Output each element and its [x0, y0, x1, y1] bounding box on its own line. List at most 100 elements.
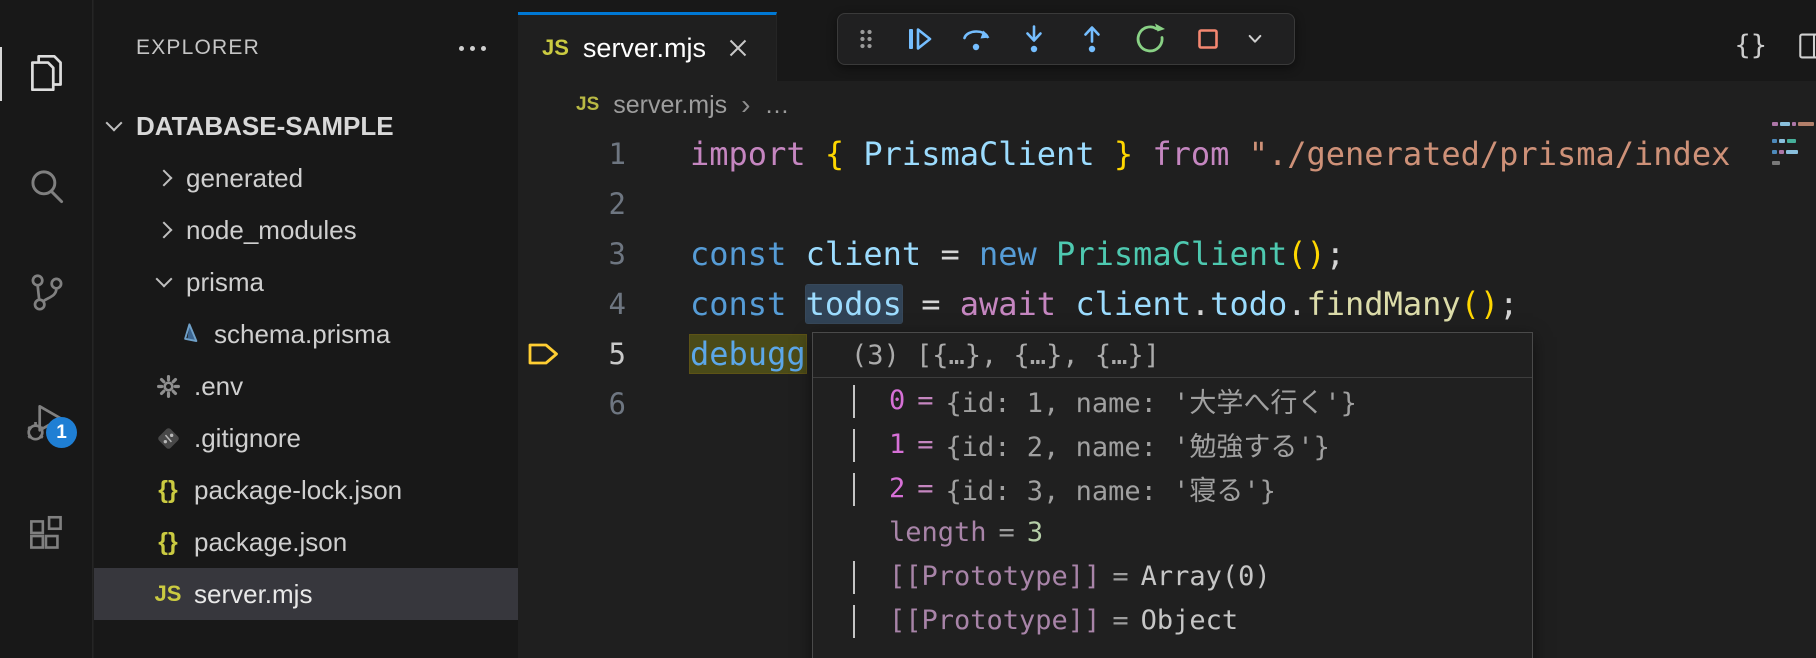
tree-item-label: package.json	[194, 527, 347, 558]
explorer-icon[interactable]	[23, 49, 71, 97]
tree-item-label: prisma	[186, 267, 264, 298]
debug-toolbar	[837, 13, 1295, 65]
split-editor-icon[interactable]	[1798, 30, 1816, 67]
line-number: 3	[570, 237, 626, 271]
sidebar-title: EXPLORER	[136, 36, 260, 60]
tree-item-label: .env	[194, 371, 243, 402]
explorer-sidebar: EXPLORER DATABASE-SAMPLE generated node_m…	[94, 0, 518, 658]
variable-name: [[Prototype]]	[889, 605, 1100, 636]
tree-item-label: .gitignore	[194, 423, 301, 454]
tree-item-label: package-lock.json	[194, 475, 402, 506]
glyph-margin	[518, 279, 570, 329]
popup-variable-row[interactable]: 1 = {id: 2, name: '勉強する'}	[813, 422, 1532, 466]
extensions-icon[interactable]	[23, 511, 71, 559]
glyph-margin	[518, 179, 570, 229]
tree-item--gitignore[interactable]: .gitignore	[94, 412, 518, 464]
chevron-right-icon	[156, 222, 173, 239]
tree-item-package-lock-json[interactable]: {} package-lock.json	[94, 464, 518, 516]
debug-restart-icon[interactable]	[1124, 17, 1176, 61]
chevron-right-icon	[156, 170, 173, 187]
more-actions-icon[interactable]	[457, 40, 488, 57]
chevron-down-icon	[156, 271, 173, 288]
tree-item-server-mjs[interactable]: JSserver.mjs	[94, 568, 518, 620]
code-line-1[interactable]: 1import { PrismaClient } from "./generat…	[518, 129, 1816, 179]
line-number: 5	[570, 337, 626, 371]
code-line-2[interactable]: 2	[518, 179, 1816, 229]
variable-value: {id: 2, name: '勉強する'}	[946, 425, 1330, 464]
chevron-down-icon[interactable]	[1240, 17, 1270, 61]
chevron-right-icon	[853, 561, 889, 592]
code-line-3[interactable]: 3 const client = new PrismaClient();	[518, 229, 1816, 279]
tree-item-package-json[interactable]: {}package.json	[94, 516, 518, 568]
js-file-icon: JS	[576, 94, 599, 116]
debug-step-out-icon[interactable]	[1066, 17, 1118, 61]
equals-sign: =	[917, 429, 933, 460]
variable-name: length	[889, 517, 987, 548]
line-number: 4	[570, 287, 626, 321]
variable-value: {id: 3, name: '寝る'}	[946, 469, 1276, 508]
variable-name: [[Prototype]]	[889, 561, 1100, 592]
equals-sign: =	[999, 517, 1015, 548]
variable-value: 3	[1027, 517, 1043, 548]
json-file-icon: {}	[150, 476, 186, 505]
breadcrumb-file[interactable]: server.mjs	[613, 91, 727, 120]
popup-variable-row[interactable]: [[Prototype]]=Object	[813, 598, 1532, 642]
git-file-icon	[150, 425, 186, 452]
prisma-file-icon	[170, 321, 206, 348]
debug-badge: 1	[46, 417, 77, 448]
debug-continue-icon[interactable]	[892, 17, 944, 61]
chevron-right-icon	[853, 473, 889, 504]
variable-name: 2	[889, 473, 905, 504]
search-icon[interactable]	[23, 163, 71, 211]
variable-name: 0	[889, 385, 905, 416]
activity-bar: 1	[0, 0, 93, 658]
tree-root-database-sample[interactable]: DATABASE-SAMPLE	[94, 100, 518, 152]
minimap[interactable]	[1770, 122, 1816, 202]
equals-sign: =	[917, 473, 933, 504]
chevron-right-icon	[853, 385, 889, 416]
equals-sign: =	[1112, 605, 1128, 636]
code-text: const todos = await client.todo.findMany…	[690, 285, 1518, 323]
tree-item-node-modules[interactable]: node_modules	[94, 204, 518, 256]
chevron-right-icon	[853, 605, 889, 636]
source-control-icon[interactable]	[23, 269, 71, 317]
tree-item-generated[interactable]: generated	[94, 152, 518, 204]
js-file-icon: JS	[542, 35, 569, 61]
chevron-down-icon	[106, 115, 123, 132]
chevron-right-icon: ›	[741, 89, 750, 121]
debug-stop-icon[interactable]	[1182, 17, 1234, 61]
glyph-margin	[518, 379, 570, 429]
debug-value-popup: (3) [{…}, {…}, {…}] 0={id: 1, name: '大学へ…	[812, 332, 1533, 658]
tree-item-schema-prisma[interactable]: schema.prisma	[94, 308, 518, 360]
file-tree: DATABASE-SAMPLE generated node_modulespri…	[94, 100, 518, 620]
tree-item-prisma[interactable]: prisma	[94, 256, 518, 308]
vscode-window: 1 EXPLORER DATABASE-SAMPLE generated node…	[0, 0, 1816, 658]
glyph-margin	[518, 129, 570, 179]
debug-step-over-icon[interactable]	[950, 17, 1002, 61]
braces-action-icon[interactable]: {}	[1734, 30, 1767, 61]
popup-variable-row[interactable]: length = 3	[813, 510, 1532, 554]
popup-variable-row[interactable]: 0={id: 1, name: '大学へ行く'}	[813, 378, 1532, 422]
tree-item-label: generated	[186, 163, 303, 194]
debug-step-into-icon[interactable]	[1008, 17, 1060, 61]
close-icon[interactable]	[724, 34, 752, 62]
variable-value: {id: 1, name: '大学へ行く'}	[946, 381, 1357, 420]
code-line-4[interactable]: 4 const todos = await client.todo.findMan…	[518, 279, 1816, 329]
current-frame-arrow-icon	[518, 329, 570, 379]
line-number: 2	[570, 187, 626, 221]
code-text: import { PrismaClient } from "./generate…	[690, 135, 1730, 173]
glyph-margin	[518, 229, 570, 279]
tab-server-mjs[interactable]: JS server.mjs	[518, 12, 777, 81]
root-folder-label: DATABASE-SAMPLE	[136, 111, 394, 142]
active-view-indicator	[0, 47, 2, 101]
toolbar-gripper-icon[interactable]	[846, 17, 886, 61]
tree-item--env[interactable]: .env	[94, 360, 518, 412]
code-text: const client = new PrismaClient();	[690, 235, 1345, 273]
popup-variable-row[interactable]: 2 = {id: 3, name: '寝る'}	[813, 466, 1532, 510]
popup-summary: (3) [{…}, {…}, {…}]	[813, 333, 1532, 378]
variable-name: 1	[889, 429, 905, 460]
popup-variable-row[interactable]: [[Prototype]]=Array(0)	[813, 554, 1532, 598]
breadcrumb[interactable]: JS server.mjs › …	[518, 81, 1766, 129]
tab-label: server.mjs	[583, 33, 706, 64]
breadcrumb-symbol-more[interactable]: …	[764, 91, 789, 120]
